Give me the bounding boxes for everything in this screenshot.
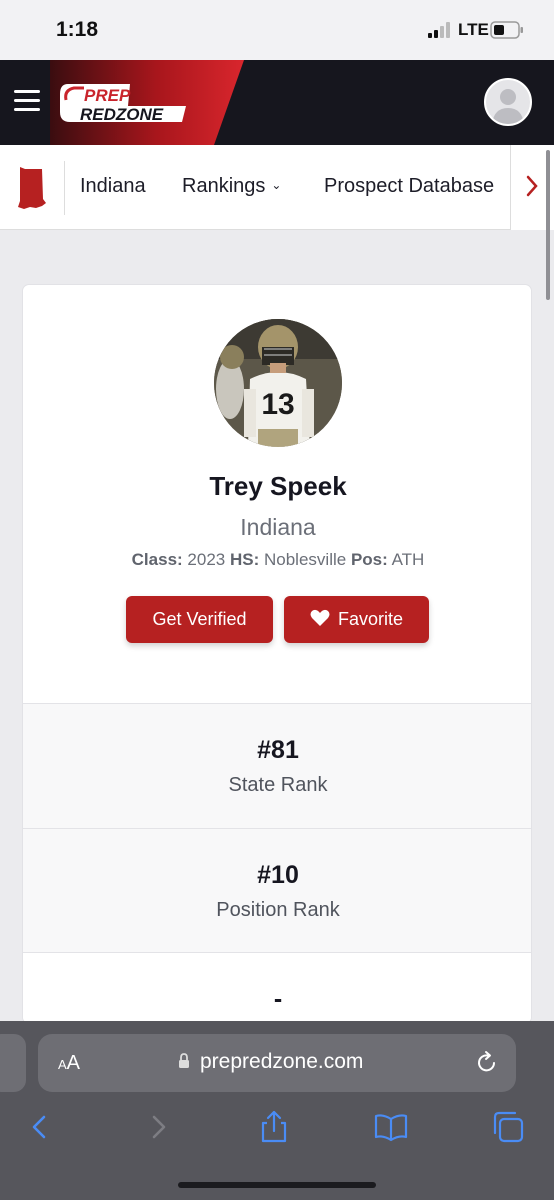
bookmarks-icon[interactable] bbox=[373, 1109, 409, 1145]
position-rank-value: #10 bbox=[257, 861, 299, 889]
rank-value: - bbox=[273, 985, 283, 1013]
network-label: LTE bbox=[458, 20, 489, 39]
indiana-state-icon[interactable] bbox=[16, 165, 48, 211]
address-bar[interactable]: AA prepredzone.com bbox=[38, 1034, 516, 1092]
sub-navigation: Indiana Rankings ⌄ Prospect Database bbox=[0, 145, 554, 230]
user-avatar-button[interactable] bbox=[484, 78, 532, 126]
pos-label: Pos: bbox=[350, 550, 388, 569]
menu-button[interactable] bbox=[14, 90, 40, 112]
nav-item-prospect-database[interactable]: Prospect Database bbox=[324, 175, 494, 198]
player-meta: Class: 2023 HS: Noblesville Pos: ATH bbox=[23, 550, 531, 570]
state-rank-value: #81 bbox=[257, 736, 299, 764]
nav-item-rankings-label: Rankings bbox=[182, 175, 266, 197]
back-icon[interactable] bbox=[22, 1109, 58, 1145]
logo-text-top: PREP bbox=[84, 86, 131, 105]
site-header: PREP REDZONE bbox=[0, 60, 554, 145]
reader-options-button[interactable]: AA bbox=[58, 1052, 80, 1075]
tabs-icon[interactable] bbox=[490, 1109, 526, 1145]
lock-icon bbox=[179, 1053, 189, 1068]
hs-value: Noblesville bbox=[264, 550, 347, 569]
pos-value: ATH bbox=[391, 550, 425, 569]
prepredzone-logo[interactable]: PREP REDZONE bbox=[58, 80, 188, 126]
url-text: prepredzone.com bbox=[200, 1050, 364, 1073]
nav-item-indiana[interactable]: Indiana bbox=[80, 175, 146, 198]
nav-item-rankings[interactable]: Rankings ⌄ bbox=[182, 175, 281, 198]
hamburger-line bbox=[14, 108, 40, 111]
favorite-button[interactable]: Favorite bbox=[284, 596, 429, 643]
player-photo: 13 bbox=[214, 319, 342, 447]
jersey-number: 13 bbox=[261, 388, 294, 421]
nav-divider bbox=[64, 161, 65, 215]
browser-toolbar: AA prepredzone.com bbox=[0, 1021, 554, 1200]
class-value: 2023 bbox=[187, 550, 226, 569]
chevron-down-icon: ⌄ bbox=[271, 178, 282, 192]
forward-icon[interactable] bbox=[140, 1109, 176, 1145]
get-verified-button[interactable]: Get Verified bbox=[126, 596, 273, 643]
position-rank-row: #10 Position Rank bbox=[23, 828, 531, 953]
home-indicator[interactable] bbox=[178, 1182, 376, 1188]
status-bar: 1:18 LTE bbox=[0, 0, 554, 60]
state-rank-label: State Rank bbox=[228, 774, 328, 796]
rank-row: - bbox=[23, 952, 531, 1023]
user-icon bbox=[492, 89, 524, 124]
player-name: Trey Speek bbox=[209, 471, 347, 501]
signal-icon bbox=[428, 22, 450, 38]
previous-tab-preview[interactable] bbox=[0, 1034, 26, 1092]
hs-label: HS: bbox=[229, 550, 260, 569]
chevron-right-icon bbox=[526, 175, 538, 197]
battery-icon bbox=[490, 21, 523, 39]
share-icon[interactable] bbox=[256, 1109, 292, 1145]
player-state: Indiana bbox=[240, 514, 316, 540]
reload-icon[interactable] bbox=[476, 1050, 498, 1074]
hamburger-line bbox=[14, 99, 40, 102]
hamburger-line bbox=[14, 90, 40, 93]
class-label: Class: bbox=[131, 550, 183, 569]
position-rank-label: Position Rank bbox=[216, 899, 340, 921]
logo-text-bottom: REDZONE bbox=[80, 105, 164, 124]
heart-icon bbox=[310, 609, 330, 626]
player-profile-card: 13 Trey Speek Indiana Class: 2023 HS: No… bbox=[22, 284, 532, 1024]
state-rank-row: #81 State Rank bbox=[23, 703, 531, 828]
status-time: 1:18 bbox=[56, 18, 99, 41]
favorite-label: Favorite bbox=[337, 609, 404, 629]
page-scrollbar[interactable] bbox=[546, 150, 550, 300]
